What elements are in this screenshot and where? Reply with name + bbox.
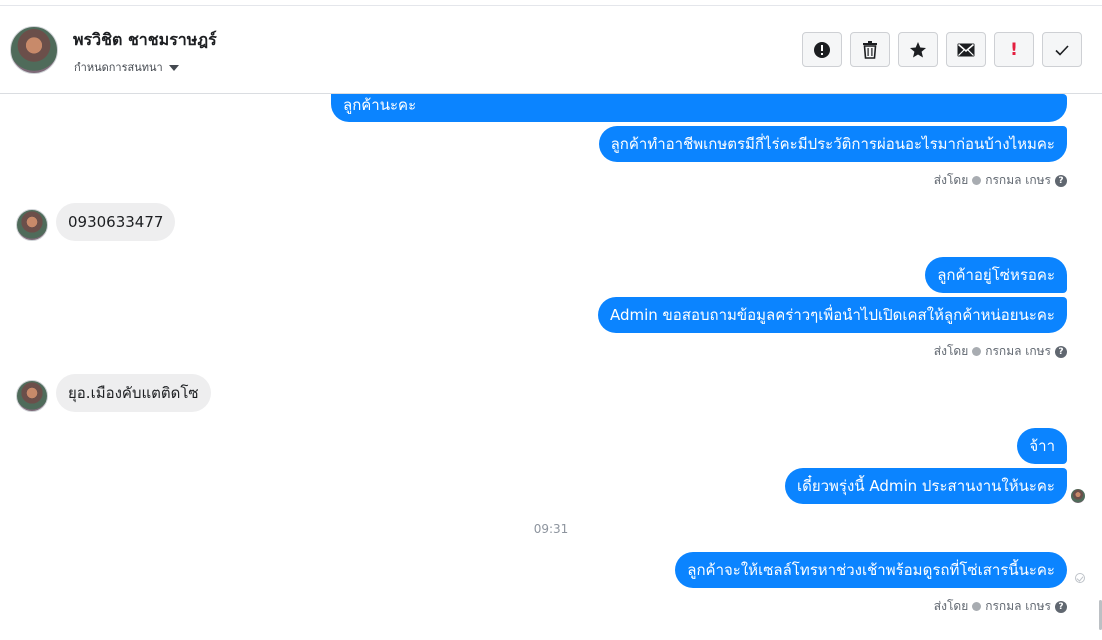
message-outgoing[interactable]: เดี๋ยวพรุ่งนี้ Admin ประสานงานให้นะคะ xyxy=(784,468,1067,504)
contact-name[interactable]: พรวิชิต ชาชมราษฎร์ xyxy=(73,28,217,53)
sent-by-info: ส่งโดย กรกมล เกษร ? xyxy=(934,171,1067,190)
message-outgoing[interactable]: Admin ขอสอบถามข้อมูลคร่าวๆเพื่อนำไปเปิดเ… xyxy=(597,297,1067,333)
mark-unread-button[interactable] xyxy=(946,32,986,67)
star-button[interactable] xyxy=(898,32,938,67)
contact-avatar-small xyxy=(16,380,48,412)
help-icon[interactable]: ? xyxy=(1055,174,1067,187)
conversation-toolbar: ! xyxy=(802,32,1082,67)
conversation-header: พรวิชิต ชาชมราษฎร์ กำหนดการสนทนา ! xyxy=(0,6,1102,94)
message-outgoing[interactable]: จ้าา xyxy=(1017,428,1067,464)
agent-name: กรกมล เกษร xyxy=(985,599,1051,613)
message-outgoing[interactable]: ลูกค้าจะให้เซลล์โทรหาช่วงเช้าพร้อมดูรถที… xyxy=(675,552,1067,588)
message-outgoing[interactable]: ลูกค้าทำอาชีพเกษตรมีกี่ไร่คะมีประวัติการ… xyxy=(598,126,1067,162)
help-icon[interactable]: ? xyxy=(1055,345,1067,358)
sent-by-info: ส่งโดย กรกมล เกษร ? xyxy=(934,597,1067,616)
exclamation-icon: ! xyxy=(1010,39,1018,60)
check-circle-icon xyxy=(972,602,982,611)
mark-done-button[interactable] xyxy=(1042,32,1082,67)
message-outgoing[interactable]: ลูกค้านะคะ xyxy=(331,94,1067,122)
caret-down-icon xyxy=(168,64,179,71)
seen-avatar xyxy=(1071,489,1085,503)
agent-name: กรกมล เกษร xyxy=(985,173,1051,187)
sent-status-icon xyxy=(1075,573,1085,583)
message-thread[interactable]: ลูกค้านะคะ ลูกค้าทำอาชีพเกษตรมีกี่ไร่คะม… xyxy=(0,94,1102,640)
delete-button[interactable] xyxy=(850,32,890,67)
check-circle-icon xyxy=(972,176,982,185)
mark-spam-button[interactable] xyxy=(802,32,842,67)
assign-conversation-dropdown[interactable]: กำหนดการสนทนา xyxy=(74,58,179,76)
inbox-conversation: พรวิชิต ชาชมราษฎร์ กำหนดการสนทนา ! ลูกค้… xyxy=(0,0,1102,640)
check-circle-icon xyxy=(972,347,982,356)
trash-icon xyxy=(863,40,877,59)
time-separator: 09:31 xyxy=(533,522,569,536)
assign-conversation-label: กำหนดการสนทนา xyxy=(74,61,163,74)
sent-by-label: ส่งโดย xyxy=(933,344,969,358)
check-icon xyxy=(1055,44,1069,56)
envelope-icon xyxy=(957,43,975,56)
alert-circle-icon xyxy=(814,41,830,58)
help-icon[interactable]: ? xyxy=(1055,600,1067,613)
sent-by-label: ส่งโดย xyxy=(933,173,969,187)
contact-avatar-small xyxy=(16,209,48,241)
star-icon xyxy=(910,41,926,57)
sent-by-info: ส่งโดย กรกมล เกษร ? xyxy=(934,342,1067,361)
agent-name: กรกมล เกษร xyxy=(985,344,1051,358)
sent-by-label: ส่งโดย xyxy=(933,599,969,613)
message-incoming[interactable]: 0930633477 xyxy=(56,203,176,241)
message-incoming[interactable]: ยุอ.เมืองคับแตติดโซ xyxy=(56,374,211,412)
message-outgoing[interactable]: ลูกค้าอยู่โซ่หรอคะ xyxy=(925,257,1067,293)
contact-avatar[interactable] xyxy=(10,26,58,74)
follow-up-button[interactable]: ! xyxy=(994,32,1034,67)
